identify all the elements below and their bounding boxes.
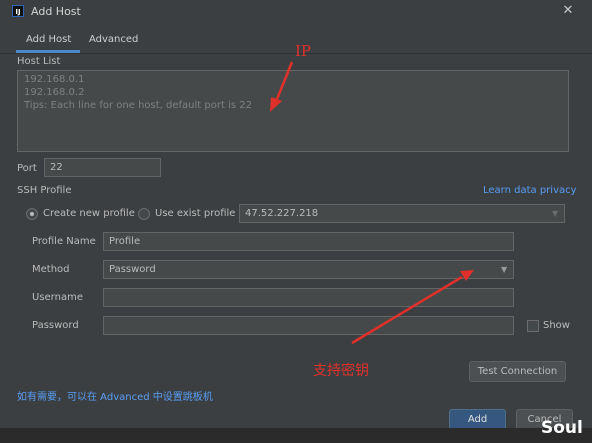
add-button[interactable]: Add xyxy=(449,409,506,430)
username-input[interactable] xyxy=(103,288,514,307)
intellij-app-icon: IJ xyxy=(12,5,24,17)
chevron-down-icon: ▼ xyxy=(552,209,559,218)
ssh-profile-label: SSH Profile xyxy=(17,185,72,196)
add-host-dialog: IJ Add Host ✕ Add Host Advanced Host Lis… xyxy=(0,0,592,443)
port-input[interactable]: 22 xyxy=(44,158,161,177)
learn-data-privacy-link[interactable]: Learn data privacy xyxy=(483,185,577,196)
host-list-line: 192.168.0.2 xyxy=(24,87,85,98)
show-password-label[interactable]: Show xyxy=(543,320,570,331)
use-exist-profile-label[interactable]: Use exist profile xyxy=(155,208,235,219)
ip-annotation: IP xyxy=(295,42,312,60)
tab-advanced[interactable]: Advanced xyxy=(89,34,138,45)
background-strip xyxy=(0,428,592,443)
host-list-tip: Tips: Each line for one host, default po… xyxy=(24,100,252,111)
use-exist-profile-radio[interactable] xyxy=(138,208,150,220)
tab-add-host[interactable]: Add Host xyxy=(26,34,71,45)
host-list-line: 192.168.0.1 xyxy=(24,74,85,85)
create-new-profile-label[interactable]: Create new profile xyxy=(43,208,135,219)
chevron-down-icon: ▼ xyxy=(501,265,508,274)
test-connection-button[interactable]: Test Connection xyxy=(469,361,566,382)
method-label: Method xyxy=(32,264,70,275)
show-password-checkbox[interactable] xyxy=(527,320,539,332)
method-select[interactable]: Password xyxy=(103,260,514,279)
port-label: Port xyxy=(17,163,37,174)
dialog-title: Add Host xyxy=(31,5,81,18)
existing-profile-select[interactable]: 47.52.227.218 xyxy=(239,204,565,223)
host-list-textarea[interactable]: 192.168.0.1 192.168.0.2 Tips: Each line … xyxy=(17,70,569,152)
password-input[interactable] xyxy=(103,316,514,335)
soul-watermark: Soul xyxy=(541,418,583,438)
host-list-label: Host List xyxy=(17,56,61,67)
username-label: Username xyxy=(32,292,83,303)
password-label: Password xyxy=(32,320,79,331)
create-new-profile-radio[interactable] xyxy=(26,208,38,220)
key-support-annotation: 支持密钥 xyxy=(313,363,369,379)
profile-name-label: Profile Name xyxy=(32,236,96,247)
close-icon[interactable]: ✕ xyxy=(561,4,575,18)
advanced-hint-text: 如有需要，可以在 Advanced 中设置跳板机 xyxy=(17,392,213,403)
title-bar: IJ Add Host ✕ xyxy=(0,0,592,26)
profile-name-input[interactable]: Profile xyxy=(103,232,514,251)
